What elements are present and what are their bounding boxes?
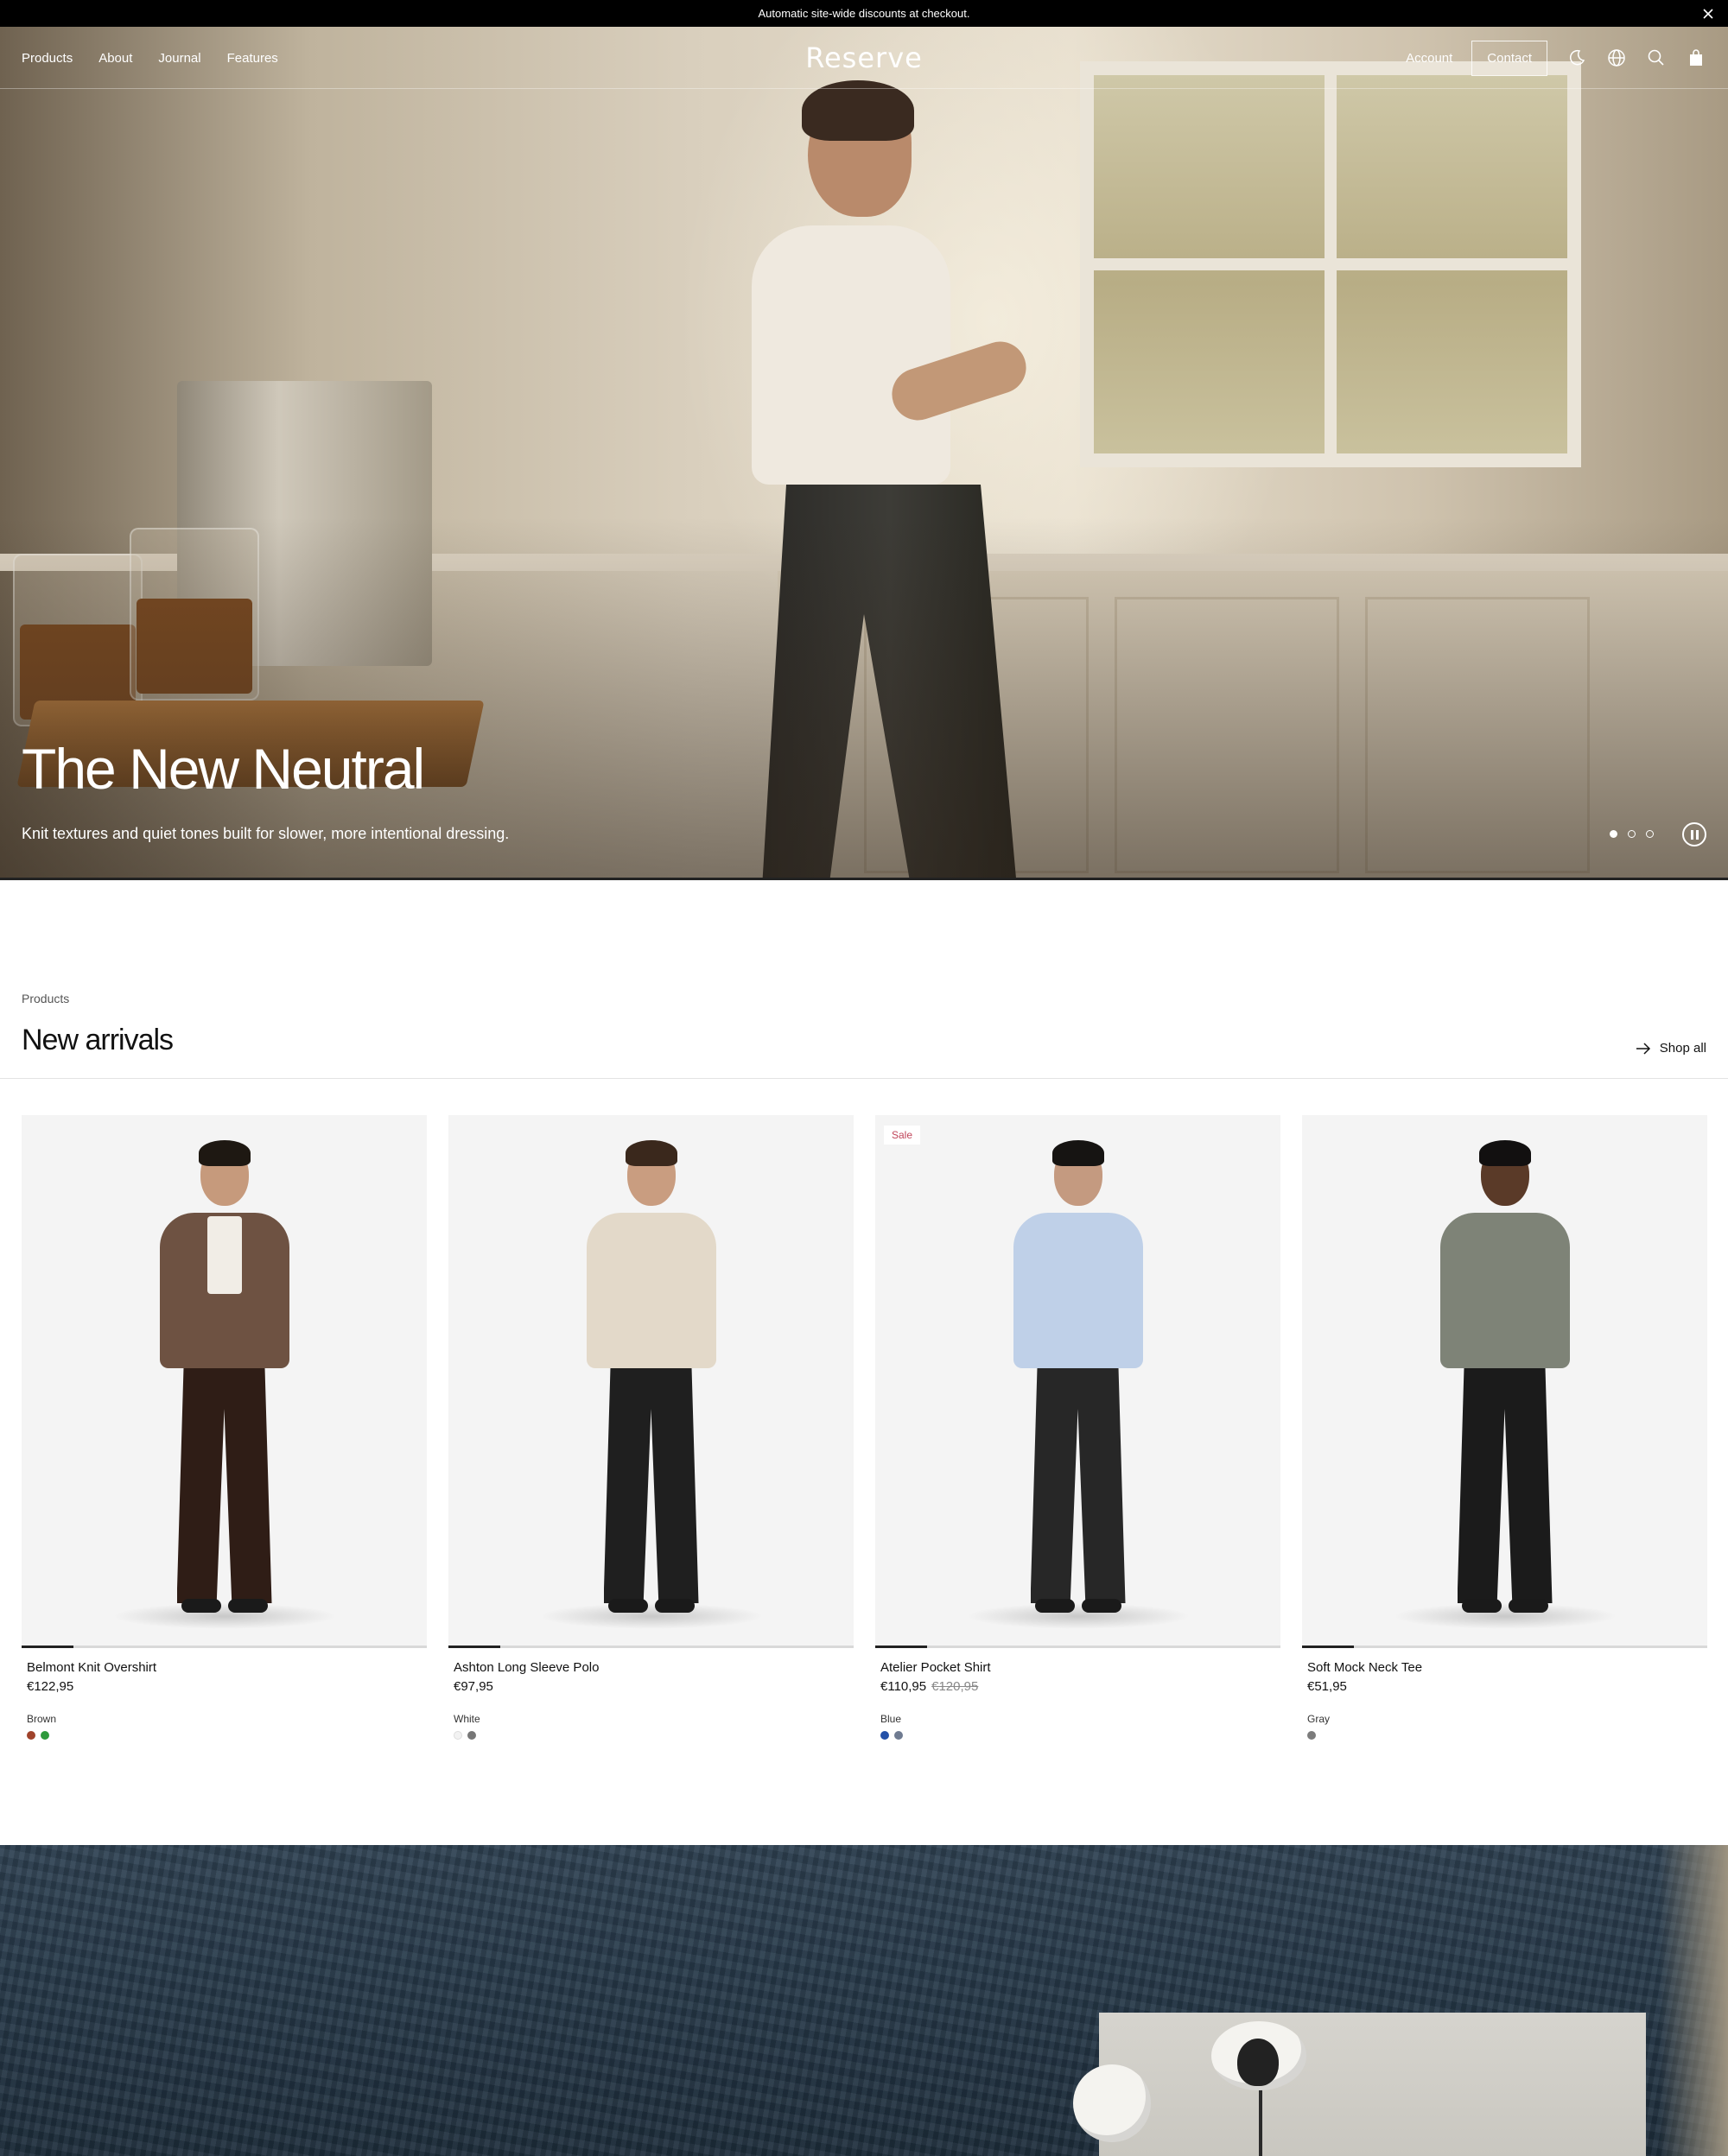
current-price: €51,95 [1307,1679,1347,1694]
shopping-bag-icon[interactable] [1686,48,1706,68]
nav-link-features[interactable]: Features [227,51,278,66]
hero-subtitle: Knit textures and quiet tones built for … [22,825,510,842]
nav-link-products[interactable]: Products [22,51,73,66]
product-price: €110,95 €120,95 [880,1679,1280,1694]
color-swatch[interactable] [467,1731,476,1740]
color-label: Brown [27,1713,57,1725]
globe-icon[interactable] [1606,48,1627,68]
shop-all-link[interactable]: Shop all [1636,1041,1706,1056]
product-price: €51,95 [1307,1679,1707,1694]
current-price: €110,95 [880,1679,927,1694]
section-eyebrow: Products [22,992,70,1005]
color-swatch[interactable] [1307,1731,1316,1740]
color-swatches [880,1731,1280,1740]
original-price: €120,95 [931,1679,979,1694]
feature-image-cotton [1073,2013,1646,2156]
arrow-right-icon [1636,1042,1650,1055]
current-price: €97,95 [454,1679,493,1694]
sale-badge: Sale [884,1126,921,1145]
main-navigation: Products About Journal Features Reserve … [0,27,1728,89]
slide-dot-2[interactable] [1628,830,1636,838]
color-swatches [1307,1731,1707,1740]
color-label: Blue [880,1713,902,1725]
current-price: €122,95 [27,1679,74,1694]
hero-divider [0,878,1728,880]
product-name[interactable]: Soft Mock Neck Tee [1307,1660,1707,1675]
color-swatch[interactable] [454,1731,462,1740]
product-image[interactable] [22,1115,427,1646]
color-swatch[interactable] [880,1731,889,1740]
pause-slideshow-button[interactable] [1682,822,1706,847]
search-icon[interactable] [1646,48,1667,68]
product-model-figure [538,1137,764,1638]
nav-link-journal[interactable]: Journal [158,51,200,66]
product-model-figure [1392,1137,1617,1638]
product-name[interactable]: Ashton Long Sleeve Polo [454,1660,854,1675]
product-image[interactable] [1302,1115,1707,1646]
product-price: €97,95 [454,1679,854,1694]
account-link[interactable]: Account [1406,51,1452,66]
product-card[interactable]: Soft Mock Neck Tee €51,95 Gray [1302,1115,1707,1740]
nav-link-about[interactable]: About [98,51,132,66]
product-card[interactable]: Belmont Knit Overshirt €122,95 Brown [22,1115,427,1740]
pause-icon [1690,829,1693,840]
color-swatch[interactable] [27,1731,35,1740]
product-image[interactable]: Sale [875,1115,1280,1646]
feature-section-knit-texture [0,1845,1728,2156]
product-model-figure [965,1137,1191,1638]
product-name[interactable]: Belmont Knit Overshirt [27,1660,427,1675]
color-label: Gray [1307,1713,1331,1725]
shop-all-label: Shop all [1659,1041,1706,1056]
section-title: New arrivals [22,1024,174,1056]
product-card[interactable]: Ashton Long Sleeve Polo €97,95 White [448,1115,854,1740]
hero-image-window [1080,61,1581,467]
image-carousel-progress [1302,1646,1707,1648]
image-carousel-progress [448,1646,854,1648]
announcement-text: Automatic site-wide discounts at checkou… [758,7,970,20]
announcement-bar: Automatic site-wide discounts at checkou… [0,0,1728,27]
color-swatch[interactable] [41,1731,49,1740]
hero-title: The New Neutral [22,737,425,801]
color-swatch[interactable] [894,1731,903,1740]
color-swatches [27,1731,427,1740]
section-divider [0,1078,1728,1079]
product-name[interactable]: Atelier Pocket Shirt [880,1660,1280,1675]
product-image[interactable] [448,1115,854,1646]
slide-dot-3[interactable] [1646,830,1654,838]
hero-heading-wrap: The New Neutral [22,736,425,802]
color-swatches [454,1731,854,1740]
product-card[interactable]: Sale Atelier Pocket Shirt €110,95 €120,95… [875,1115,1280,1740]
contact-button[interactable]: Contact [1471,40,1547,76]
close-icon[interactable] [1700,6,1716,22]
image-carousel-progress [875,1646,1280,1648]
slide-indicators [1610,830,1654,838]
slide-dot-1[interactable] [1610,830,1617,838]
image-carousel-progress [22,1646,427,1648]
moon-icon[interactable] [1566,48,1587,68]
product-price: €122,95 [27,1679,427,1694]
product-model-figure [111,1137,337,1638]
color-label: White [454,1713,480,1725]
